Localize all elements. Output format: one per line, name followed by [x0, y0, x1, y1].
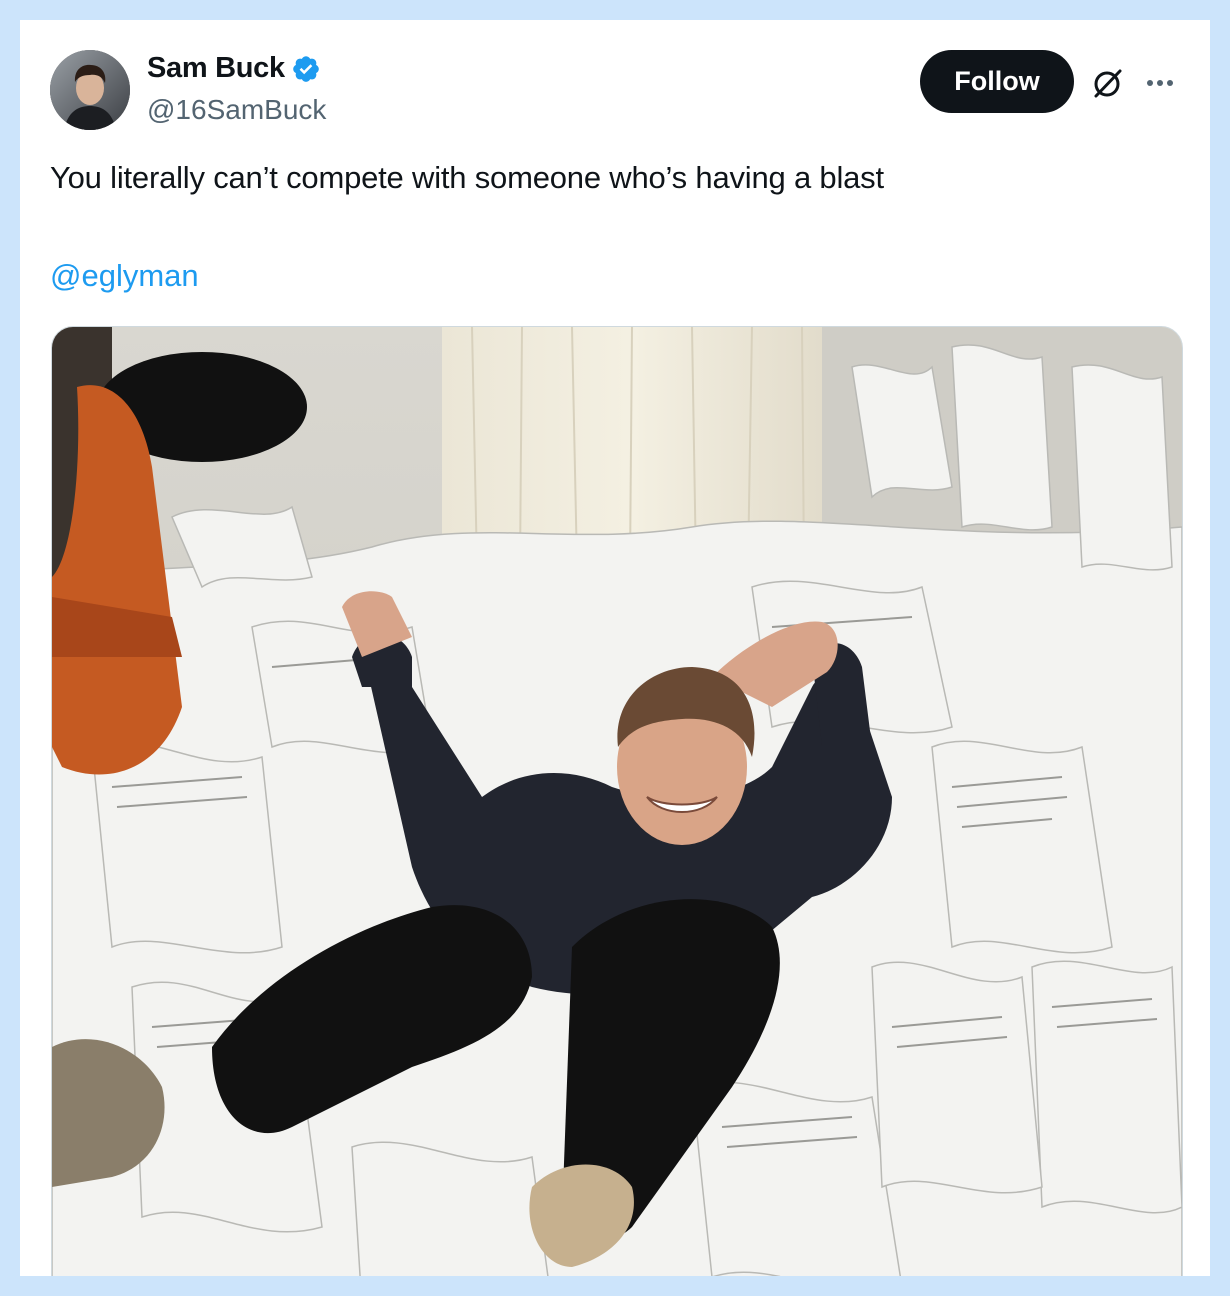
avatar-image [50, 50, 130, 130]
author-display-name[interactable]: Sam Buck [147, 52, 285, 85]
tweet-card: Sam Buck @16SamBuck Follow You literally… [20, 20, 1210, 1276]
more-options-icon[interactable] [1140, 68, 1180, 98]
follow-button[interactable]: Follow [920, 50, 1074, 113]
mention-link[interactable]: @eglyman [50, 258, 199, 294]
tweet-photo[interactable] [51, 326, 1183, 1276]
grok-icon[interactable] [1090, 65, 1126, 101]
author-name-row[interactable]: Sam Buck [147, 52, 321, 85]
avatar[interactable] [50, 50, 130, 130]
tweet-text: You literally can’t compete with someone… [50, 160, 884, 195]
verified-badge-icon [291, 54, 321, 84]
author-handle[interactable]: @16SamBuck [147, 94, 326, 126]
photo-image [52, 327, 1182, 1276]
